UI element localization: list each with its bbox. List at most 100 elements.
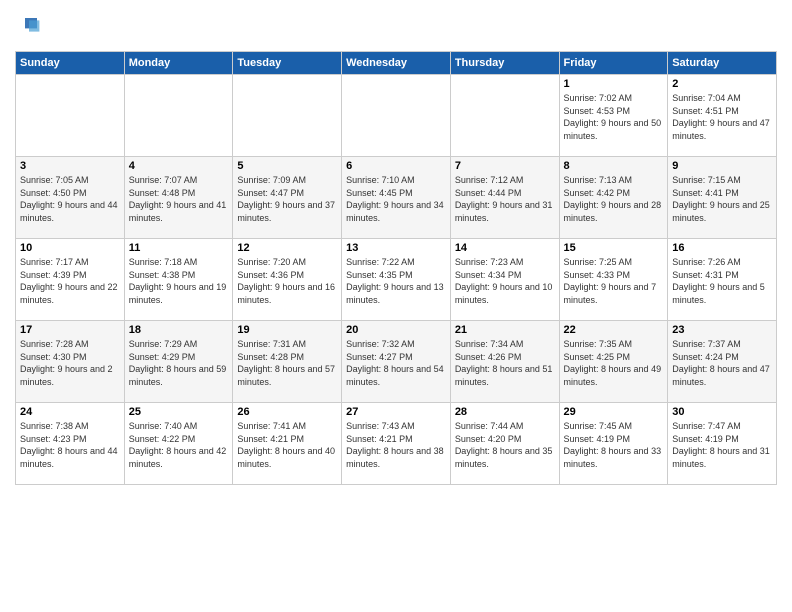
day-info: Sunrise: 7:47 AMSunset: 4:19 PMDaylight:… (672, 420, 772, 470)
day-info: Sunrise: 7:18 AMSunset: 4:38 PMDaylight:… (129, 256, 229, 306)
day-info: Sunrise: 7:37 AMSunset: 4:24 PMDaylight:… (672, 338, 772, 388)
calendar-cell: 5 Sunrise: 7:09 AMSunset: 4:47 PMDaylight… (233, 157, 342, 239)
calendar-cell: 4 Sunrise: 7:07 AMSunset: 4:48 PMDaylight… (124, 157, 233, 239)
calendar-cell: 16Sunrise: 7:26 AMSunset: 4:31 PMDayligh… (668, 239, 777, 321)
calendar-cell: 7 Sunrise: 7:12 AMSunset: 4:44 PMDaylight… (450, 157, 559, 239)
day-info: Sunrise: 7:25 AMSunset: 4:33 PMDaylight:… (564, 256, 664, 306)
day-info: Sunrise: 7:31 AMSunset: 4:28 PMDaylight:… (237, 338, 337, 388)
day-info: Sunrise: 7:12 AMSunset: 4:44 PMDaylight:… (455, 174, 555, 224)
calendar-cell: 18Sunrise: 7:29 AMSunset: 4:29 PMDayligh… (124, 321, 233, 403)
day-number: 6 (346, 160, 446, 172)
day-info: Sunrise: 7:35 AMSunset: 4:25 PMDaylight:… (564, 338, 664, 388)
day-info: Sunrise: 7:22 AMSunset: 4:35 PMDaylight:… (346, 256, 446, 306)
day-number: 21 (455, 324, 555, 336)
day-number: 25 (129, 406, 229, 418)
calendar-cell (233, 75, 342, 157)
day-number: 15 (564, 242, 664, 254)
day-info: Sunrise: 7:05 AMSunset: 4:50 PMDaylight:… (20, 174, 120, 224)
day-info: Sunrise: 7:45 AMSunset: 4:19 PMDaylight:… (564, 420, 664, 470)
calendar-week-3: 10 Sunrise: 7:17 AMSunset: 4:39 PMDayligh… (16, 239, 777, 321)
calendar-cell: 19 Sunrise: 7:31 AMSunset: 4:28 PMDayligh… (233, 321, 342, 403)
day-info: Sunrise: 7:13 AMSunset: 4:42 PMDaylight:… (564, 174, 664, 224)
calendar-cell (342, 75, 451, 157)
day-number: 8 (564, 160, 664, 172)
day-number: 27 (346, 406, 446, 418)
header-area (15, 10, 777, 43)
weekday-header-saturday: Saturday (668, 52, 777, 75)
calendar-cell: 2 Sunrise: 7:04 AMSunset: 4:51 PMDaylight… (668, 75, 777, 157)
calendar-cell (124, 75, 233, 157)
main-container: SundayMondayTuesdayWednesdayThursdayFrid… (0, 0, 792, 495)
calendar-table: SundayMondayTuesdayWednesdayThursdayFrid… (15, 51, 777, 485)
day-info: Sunrise: 7:40 AMSunset: 4:22 PMDaylight:… (129, 420, 229, 470)
day-info: Sunrise: 7:15 AMSunset: 4:41 PMDaylight:… (672, 174, 772, 224)
day-number: 10 (20, 242, 120, 254)
day-number: 19 (237, 324, 337, 336)
calendar-cell: 6 Sunrise: 7:10 AMSunset: 4:45 PMDaylight… (342, 157, 451, 239)
calendar-cell: 24 Sunrise: 7:38 AMSunset: 4:23 PMDayligh… (16, 403, 125, 485)
day-number: 4 (129, 160, 229, 172)
calendar-cell (450, 75, 559, 157)
calendar-cell: 8 Sunrise: 7:13 AMSunset: 4:42 PMDaylight… (559, 157, 668, 239)
calendar-cell: 20 Sunrise: 7:32 AMSunset: 4:27 PMDayligh… (342, 321, 451, 403)
day-number: 18 (129, 324, 229, 336)
day-info: Sunrise: 7:38 AMSunset: 4:23 PMDaylight:… (20, 420, 120, 470)
day-info: Sunrise: 7:04 AMSunset: 4:51 PMDaylight:… (672, 92, 772, 142)
logo (15, 14, 41, 43)
day-info: Sunrise: 7:09 AMSunset: 4:47 PMDaylight:… (237, 174, 337, 224)
day-info: Sunrise: 7:17 AMSunset: 4:39 PMDaylight:… (20, 256, 120, 306)
day-number: 23 (672, 324, 772, 336)
calendar-cell: 11 Sunrise: 7:18 AMSunset: 4:38 PMDayligh… (124, 239, 233, 321)
weekday-header-monday: Monday (124, 52, 233, 75)
day-info: Sunrise: 7:10 AMSunset: 4:45 PMDaylight:… (346, 174, 446, 224)
day-number: 9 (672, 160, 772, 172)
day-number: 7 (455, 160, 555, 172)
weekday-header-sunday: Sunday (16, 52, 125, 75)
calendar-cell: 28Sunrise: 7:44 AMSunset: 4:20 PMDayligh… (450, 403, 559, 485)
calendar-cell: 10 Sunrise: 7:17 AMSunset: 4:39 PMDayligh… (16, 239, 125, 321)
calendar-cell: 29 Sunrise: 7:45 AMSunset: 4:19 PMDayligh… (559, 403, 668, 485)
weekday-header-row: SundayMondayTuesdayWednesdayThursdayFrid… (16, 52, 777, 75)
calendar-cell: 21 Sunrise: 7:34 AMSunset: 4:26 PMDayligh… (450, 321, 559, 403)
day-info: Sunrise: 7:23 AMSunset: 4:34 PMDaylight:… (455, 256, 555, 306)
day-number: 20 (346, 324, 446, 336)
day-number: 2 (672, 78, 772, 90)
weekday-header-wednesday: Wednesday (342, 52, 451, 75)
day-number: 1 (564, 78, 664, 90)
day-number: 22 (564, 324, 664, 336)
calendar-cell: 14 Sunrise: 7:23 AMSunset: 4:34 PMDayligh… (450, 239, 559, 321)
day-number: 29 (564, 406, 664, 418)
logo-icon (17, 14, 41, 38)
day-number: 13 (346, 242, 446, 254)
day-info: Sunrise: 7:07 AMSunset: 4:48 PMDaylight:… (129, 174, 229, 224)
calendar-cell (16, 75, 125, 157)
day-info: Sunrise: 7:28 AMSunset: 4:30 PMDaylight:… (20, 338, 120, 388)
calendar-body: 1 Sunrise: 7:02 AMSunset: 4:53 PMDaylight… (16, 75, 777, 485)
day-info: Sunrise: 7:34 AMSunset: 4:26 PMDaylight:… (455, 338, 555, 388)
weekday-header-tuesday: Tuesday (233, 52, 342, 75)
calendar-cell: 23 Sunrise: 7:37 AMSunset: 4:24 PMDayligh… (668, 321, 777, 403)
calendar-week-1: 1 Sunrise: 7:02 AMSunset: 4:53 PMDaylight… (16, 75, 777, 157)
day-number: 14 (455, 242, 555, 254)
weekday-header-thursday: Thursday (450, 52, 559, 75)
day-number: 5 (237, 160, 337, 172)
day-number: 16 (672, 242, 772, 254)
day-info: Sunrise: 7:20 AMSunset: 4:36 PMDaylight:… (237, 256, 337, 306)
calendar-cell: 12Sunrise: 7:20 AMSunset: 4:36 PMDayligh… (233, 239, 342, 321)
day-number: 11 (129, 242, 229, 254)
calendar-cell: 26Sunrise: 7:41 AMSunset: 4:21 PMDayligh… (233, 403, 342, 485)
day-info: Sunrise: 7:44 AMSunset: 4:20 PMDaylight:… (455, 420, 555, 470)
calendar-cell: 13 Sunrise: 7:22 AMSunset: 4:35 PMDayligh… (342, 239, 451, 321)
calendar-cell: 27 Sunrise: 7:43 AMSunset: 4:21 PMDayligh… (342, 403, 451, 485)
day-info: Sunrise: 7:32 AMSunset: 4:27 PMDaylight:… (346, 338, 446, 388)
day-info: Sunrise: 7:43 AMSunset: 4:21 PMDaylight:… (346, 420, 446, 470)
calendar-cell: 30 Sunrise: 7:47 AMSunset: 4:19 PMDayligh… (668, 403, 777, 485)
day-number: 24 (20, 406, 120, 418)
day-info: Sunrise: 7:02 AMSunset: 4:53 PMDaylight:… (564, 92, 664, 142)
day-number: 30 (672, 406, 772, 418)
calendar-cell: 15 Sunrise: 7:25 AMSunset: 4:33 PMDayligh… (559, 239, 668, 321)
day-number: 26 (237, 406, 337, 418)
weekday-header-friday: Friday (559, 52, 668, 75)
calendar-week-4: 17Sunrise: 7:28 AMSunset: 4:30 PMDayligh… (16, 321, 777, 403)
calendar-cell: 22 Sunrise: 7:35 AMSunset: 4:25 PMDayligh… (559, 321, 668, 403)
